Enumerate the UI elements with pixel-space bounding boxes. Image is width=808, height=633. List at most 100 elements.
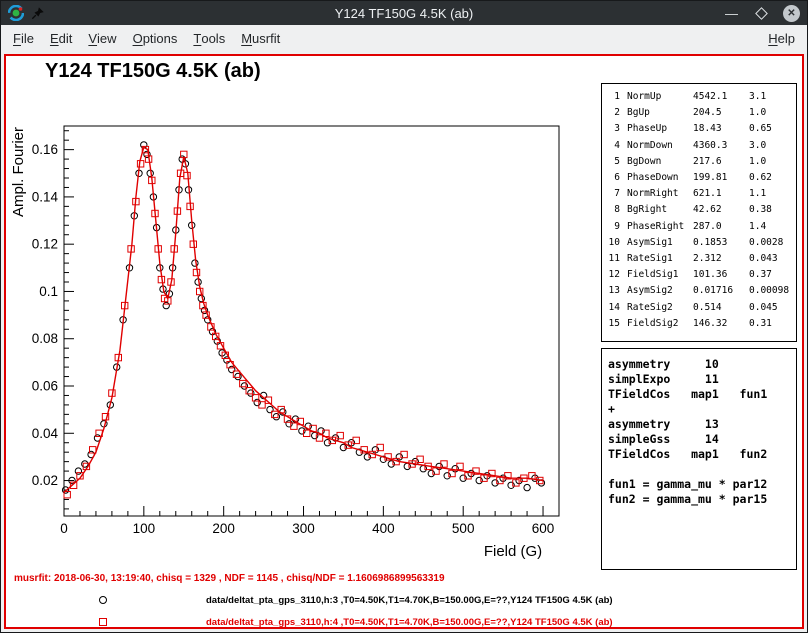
param-name: PhaseRight	[627, 219, 693, 235]
data-point-circle	[267, 406, 273, 412]
param-no: 3	[606, 121, 620, 137]
y-tick-label: 0.16	[32, 142, 58, 157]
data-point-circle	[299, 428, 305, 434]
plot-frame	[64, 126, 559, 516]
x-tick-label: 0	[60, 521, 68, 536]
title-bar[interactable]: Y124 TF150G 4.5K (ab) — ✕	[1, 1, 807, 25]
menu-item-help[interactable]: Help	[760, 25, 803, 52]
menu-bar: FileEditViewOptionsToolsMusrfit Help	[1, 25, 807, 52]
y-tick-label: 0.12	[32, 237, 58, 252]
data-point-circle	[364, 454, 370, 460]
fit-status-line: musrfit: 2018-06-30, 13:19:40, chisq = 1…	[14, 573, 445, 584]
fit-line	[64, 147, 543, 492]
fourier-plot[interactable]: 01002003004005006000.020.040.060.080.10.…	[8, 92, 600, 570]
param-name: AsymSig2	[627, 283, 693, 299]
data-point-circle	[340, 444, 346, 450]
data-point-square	[184, 172, 190, 178]
application-window: Y124 TF150G 4.5K (ab) — ✕ FileEditViewOp…	[0, 0, 808, 633]
data-point-circle	[192, 260, 198, 266]
param-name: BgUp	[627, 105, 693, 121]
param-no: 13	[606, 283, 620, 299]
param-err: 0.31	[749, 316, 792, 332]
param-no: 10	[606, 235, 620, 251]
param-err: 0.37	[749, 267, 792, 283]
data-point-circle	[428, 470, 434, 476]
data-point-circle	[492, 480, 498, 486]
legend-entry: data/deltat_pta_gps_3110,h:4 ,T0=4.50K,T…	[6, 612, 802, 633]
x-tick-label: 200	[212, 521, 235, 536]
menu-item-tools[interactable]: Tools	[185, 25, 233, 52]
x-tick-label: 600	[532, 521, 555, 536]
menu-item-file[interactable]: File	[5, 25, 42, 52]
param-val: 4542.1	[693, 89, 749, 105]
param-err: 0.38	[749, 202, 792, 218]
data-point-circle	[476, 477, 482, 483]
y-tick-label: 0.06	[32, 379, 58, 394]
y-tick-label: 0.1	[39, 284, 58, 299]
parameter-row: 13AsymSig20.017160.00098	[606, 283, 792, 299]
data-point-circle	[404, 463, 410, 469]
param-val: 621.1	[693, 186, 749, 202]
param-err: 1.1	[749, 186, 792, 202]
param-name: RateSig2	[627, 300, 693, 316]
x-tick-label: 500	[452, 521, 475, 536]
data-point-circle	[235, 373, 241, 379]
param-val: 146.32	[693, 316, 749, 332]
param-val: 18.43	[693, 121, 749, 137]
minimize-button[interactable]: —	[723, 5, 740, 22]
param-val: 0.1853	[693, 235, 749, 251]
y-tick-label: 0.04	[32, 426, 59, 441]
param-val: 101.36	[693, 267, 749, 283]
app-icon	[8, 5, 24, 21]
param-val: 199.81	[693, 170, 749, 186]
legend-circle-marker-icon	[99, 596, 107, 604]
window-title: Y124 TF150G 4.5K (ab)	[1, 6, 807, 21]
param-val: 0.01716	[693, 283, 749, 299]
parameter-row: 15FieldSig2146.320.31	[606, 316, 792, 332]
param-name: FieldSig1	[627, 267, 693, 283]
param-val: 0.514	[693, 300, 749, 316]
root-canvas-frame: Y124 TF150G 4.5K (ab) 010020030040050060…	[4, 54, 804, 629]
legend-label: data/deltat_pta_gps_3110,h:3 ,T0=4.50K,T…	[206, 595, 613, 606]
data-point-circle	[286, 421, 292, 427]
data-point-circle	[82, 461, 88, 467]
data-point-circle	[229, 366, 235, 372]
x-tick-label: 400	[372, 521, 395, 536]
maximize-button[interactable]	[753, 5, 770, 22]
close-button[interactable]: ✕	[783, 5, 800, 22]
root-canvas[interactable]: Y124 TF150G 4.5K (ab) 010020030040050060…	[6, 56, 802, 627]
parameter-row: 11RateSig12.3120.043	[606, 251, 792, 267]
param-err: 3.0	[749, 138, 792, 154]
pin-icon[interactable]	[31, 6, 45, 20]
parameter-row: 9PhaseRight287.01.4	[606, 219, 792, 235]
menu-item-options[interactable]: Options	[125, 25, 186, 52]
y-tick-label: 0.02	[32, 473, 58, 488]
data-point-circle	[312, 432, 318, 438]
y-tick-label: 0.08	[32, 331, 58, 346]
param-name: PhaseDown	[627, 170, 693, 186]
data-point-circle	[241, 383, 247, 389]
param-no: 9	[606, 219, 620, 235]
menu-item-musrfit[interactable]: Musrfit	[233, 25, 288, 52]
parameter-row: 3PhaseUp18.430.65	[606, 121, 792, 137]
data-point-circle	[420, 466, 426, 472]
menu-item-edit[interactable]: Edit	[42, 25, 80, 52]
legend-entry: data/deltat_pta_gps_3110,h:3 ,T0=4.50K,T…	[6, 590, 802, 612]
param-no: 2	[606, 105, 620, 121]
x-axis-title: Field (G)	[484, 543, 542, 560]
parameter-row: 10AsymSig10.18530.0028	[606, 235, 792, 251]
param-name: NormUp	[627, 89, 693, 105]
param-val: 2.312	[693, 251, 749, 267]
menu-item-view[interactable]: View	[80, 25, 124, 52]
param-name: NormDown	[627, 138, 693, 154]
param-err: 3.1	[749, 89, 792, 105]
menu-spacer	[288, 25, 760, 52]
param-name: FieldSig2	[627, 316, 693, 332]
data-point-circle	[163, 302, 169, 308]
param-no: 8	[606, 202, 620, 218]
data-point-circle	[75, 468, 81, 474]
data-point-circle	[460, 475, 466, 481]
data-point-circle	[508, 482, 514, 488]
parameter-row: 14RateSig20.5140.045	[606, 300, 792, 316]
parameter-row: 4NormDown4360.33.0	[606, 138, 792, 154]
